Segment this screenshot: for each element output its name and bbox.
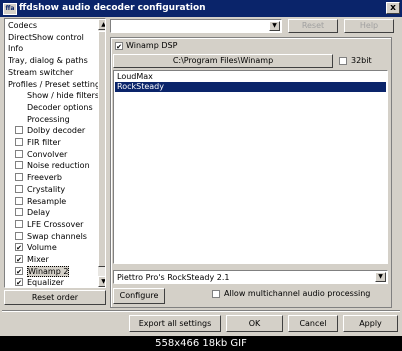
tree-item-checkbox[interactable] [15,255,23,263]
cancel-button[interactable]: Cancel [288,315,338,332]
tree-scrollbar[interactable]: ▲ ▼ [98,19,105,287]
scroll-thumb[interactable] [98,31,105,267]
ok-button[interactable]: OK [226,315,283,332]
apply-button[interactable]: Apply [343,315,398,332]
tree-item-label: LFE Crossover [27,219,84,229]
scroll-down-icon[interactable]: ▼ [98,276,105,287]
chevron-down-icon[interactable]: ▼ [269,21,280,31]
export-all-settings-button[interactable]: Export all settings [129,315,221,332]
preset-select[interactable]: ▼ [110,19,282,33]
close-button[interactable]: x [386,2,400,14]
tree-item-label: Crystality [27,184,66,194]
tree-item-label: Winamp 2 [27,265,70,277]
winamp-path-button[interactable]: C:\Program Files\Winamp [113,54,333,68]
tree-item-label: Resample [27,196,67,206]
plugin-list-item[interactable]: LoudMax [115,72,386,82]
bit32-checkbox[interactable] [339,57,347,65]
tree-item-checkbox[interactable] [15,231,23,240]
tree-item-checkbox[interactable] [15,219,23,228]
tree-item-label: Show / hide filters [27,91,99,101]
tree-item-checkbox[interactable] [15,266,23,275]
settings-tree[interactable]: Codecs DirectShow control Info Tray, dialog… [4,18,106,288]
tree-item-checkbox[interactable] [15,278,23,287]
dsp-module-value: Piettro Pro's RockSteady 2.1 [117,273,230,282]
tree-item-label: Mixer [27,255,49,264]
plugin-list-item[interactable]: RockSteady [115,82,386,92]
tree-item-checkbox[interactable] [15,208,23,217]
tree-item-label: Swap channels [27,231,87,241]
tree-item-checkbox[interactable] [15,138,23,146]
bit32-label: 32bit [351,56,372,65]
dsp-plugin-list[interactable]: LoudMax RockSteady [113,70,388,264]
divider [2,310,400,312]
tree-item-checkbox[interactable] [15,243,23,252]
tree-item-label: Delay [27,208,50,218]
winamp-dsp-checkbox[interactable] [115,42,123,50]
tree-item-checkbox[interactable] [15,184,23,193]
tree-item-label: Dolby decoder [27,126,86,136]
winamp-dsp-toggle[interactable]: Winamp DSP [113,40,180,51]
tree-item-checkbox[interactable] [15,196,23,205]
scroll-up-icon[interactable]: ▲ [98,19,105,30]
tree-item-label: Decoder options [27,102,93,112]
tree-item-label: Noise reduction [27,161,90,171]
reset-order-button[interactable]: Reset order [4,290,106,305]
tree-item-label: Volume [27,243,57,253]
tree-item-checkbox[interactable] [15,161,23,170]
title-bar[interactable]: ffa ffdshow audio decoder configuration … [0,0,402,17]
tree-item-label: Profiles / Preset settings [8,79,105,89]
app-icon: ffa [3,3,17,15]
dsp-module-select[interactable]: Piettro Pro's RockSteady 2.1 ▼ [113,270,388,284]
tree-item-label: DirectShow control [8,32,84,42]
tree-item-label: Convolver [27,149,68,159]
tree-item-label: Codecs [8,21,38,30]
image-caption: 558x466 18kb GIF [0,336,402,351]
tree-item-checkbox[interactable] [15,173,23,182]
tree-item-label: Freeverb [27,173,62,183]
tree-item-label: Info [8,44,24,54]
chevron-down-icon[interactable]: ▼ [375,272,386,282]
configure-button[interactable]: Configure [113,288,165,304]
tree-item-label: Processing [27,114,70,124]
tree-item-label: Stream switcher [8,67,74,77]
tree-item-label: Equalizer [27,278,64,288]
reset-button[interactable]: Reset [288,19,338,33]
tree-item-checkbox[interactable] [15,126,23,135]
dialog-window: ffa ffdshow audio decoder configuration … [0,0,402,336]
multichannel-checkbox[interactable] [212,290,220,298]
tree-item-label: FIR filter [27,138,61,147]
window-title: ffdshow audio decoder configuration [19,3,206,13]
tree-item-checkbox[interactable] [15,149,23,158]
help-button[interactable]: Help [344,19,394,33]
winamp-dsp-label: Winamp DSP [126,41,178,50]
multichannel-label: Allow multichannel audio processing [224,289,371,298]
tree-item-label: Tray, dialog & paths [8,56,88,66]
